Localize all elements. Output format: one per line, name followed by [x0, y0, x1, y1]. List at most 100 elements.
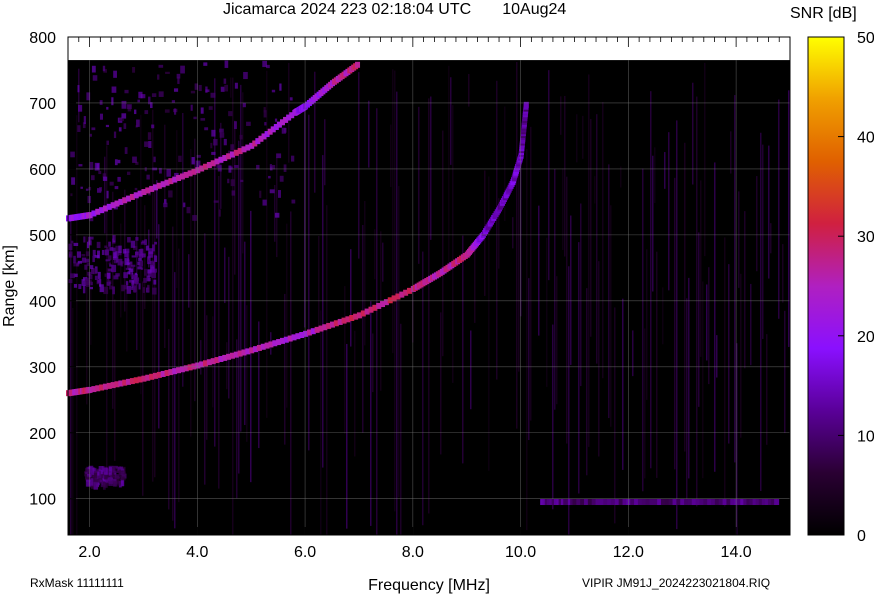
y-tick-label: 700 — [29, 96, 56, 113]
spread-echo-speck — [132, 67, 136, 73]
spread-echo-speck — [219, 132, 225, 138]
spread-echo-speck — [131, 264, 136, 267]
noise-column — [276, 157, 278, 258]
spread-echo-speck — [123, 123, 127, 130]
spread-echo-speck — [99, 284, 104, 293]
spread-echo-speck — [117, 159, 121, 164]
spread-echo-speck — [246, 121, 251, 126]
noise-column — [112, 191, 114, 409]
spread-echo-speck — [193, 116, 197, 120]
colorbar-tick-label: 30 — [857, 229, 874, 246]
noise-column — [686, 298, 688, 505]
spread-echo-speck — [100, 470, 103, 475]
spread-echo-speck — [82, 285, 86, 294]
spread-echo-speck — [173, 88, 179, 92]
noise-column — [760, 132, 762, 491]
spread-echo-speck — [107, 477, 113, 482]
spread-echo-speck — [99, 479, 103, 483]
noise-column — [594, 176, 596, 204]
spread-echo-speck — [269, 189, 275, 194]
spread-echo-speck — [220, 86, 225, 92]
spread-echo-speck — [243, 71, 248, 80]
spread-echo-speck — [190, 104, 193, 111]
noise-column — [174, 272, 176, 529]
noise-column — [668, 132, 670, 291]
spread-echo-speck — [154, 255, 158, 263]
spread-echo-speck — [153, 254, 157, 257]
noise-column — [164, 124, 166, 348]
spread-echo-speck — [218, 209, 221, 217]
spread-echo-speck — [85, 188, 89, 191]
noise-column — [566, 176, 568, 444]
x-tick-label: 10.0 — [505, 544, 536, 561]
spread-echo-speck — [140, 241, 146, 245]
noise-column — [778, 99, 780, 319]
noise-column — [568, 266, 570, 535]
spread-echo-speck — [139, 253, 144, 259]
spread-echo-speck — [151, 268, 157, 273]
spread-echo-speck — [70, 193, 73, 197]
noise-column — [608, 164, 610, 419]
spread-echo-speck — [83, 236, 86, 243]
noise-column — [724, 237, 726, 507]
noise-column — [462, 235, 464, 464]
spread-echo-speck — [153, 156, 156, 163]
spread-echo-speck — [136, 119, 140, 127]
spread-echo-speck — [171, 100, 175, 103]
noise-column — [470, 330, 472, 410]
spread-echo-speck — [216, 165, 221, 168]
spread-echo-speck — [83, 116, 86, 125]
spread-echo-speck — [101, 249, 105, 255]
x-tick-label: 14.0 — [721, 544, 752, 561]
noise-column — [194, 138, 196, 402]
noise-column — [428, 98, 430, 514]
noise-column — [620, 166, 622, 188]
y-tick-label: 200 — [29, 426, 56, 443]
noise-column — [78, 68, 80, 123]
noise-column — [782, 244, 784, 303]
colorbar-tick-label: 10 — [857, 428, 874, 445]
noise-column — [654, 147, 656, 203]
spread-echo-speck — [239, 134, 243, 140]
spread-echo-speck — [103, 472, 108, 475]
spread-region — [84, 465, 127, 490]
noise-column — [344, 286, 346, 434]
noise-column — [646, 249, 648, 400]
spread-echo-speck — [227, 178, 230, 184]
spread-echo-speck — [146, 174, 150, 180]
noise-column — [358, 72, 360, 259]
spread-echo-speck — [126, 104, 132, 110]
spread-echo-speck — [200, 118, 206, 121]
noise-column — [354, 330, 356, 457]
spread-echo-speck — [126, 285, 132, 294]
noise-column — [696, 96, 698, 507]
noise-column — [474, 248, 476, 323]
noise-column — [580, 203, 582, 387]
spread-echo-speck — [278, 190, 281, 198]
noise-column — [788, 90, 790, 347]
noise-column — [190, 148, 192, 437]
spread-echo-speck — [242, 102, 246, 108]
spread-echo-speck — [281, 127, 286, 134]
noise-column — [706, 284, 708, 361]
noise-column — [552, 324, 554, 510]
noise-column — [440, 312, 442, 455]
spread-echo-speck — [130, 272, 133, 277]
noise-column — [368, 100, 370, 168]
spread-echo-speck — [107, 272, 111, 279]
spread-echo-speck — [108, 467, 112, 475]
spread-echo-speck — [163, 202, 168, 208]
spread-echo-speck — [115, 476, 119, 479]
noise-column — [676, 120, 678, 530]
spread-echo-speck — [290, 155, 295, 162]
x-axis-label: Frequency [MHz] — [368, 577, 490, 594]
noise-column — [448, 65, 450, 272]
spread-echo-speck — [166, 168, 171, 177]
noise-column — [730, 131, 732, 174]
spread-echo-speck — [165, 71, 170, 74]
noise-column — [320, 310, 322, 535]
noise-column — [556, 276, 558, 405]
spread-echo-speck — [211, 129, 216, 137]
spread-echo-speck — [93, 472, 98, 479]
spread-echo-speck — [152, 287, 157, 295]
